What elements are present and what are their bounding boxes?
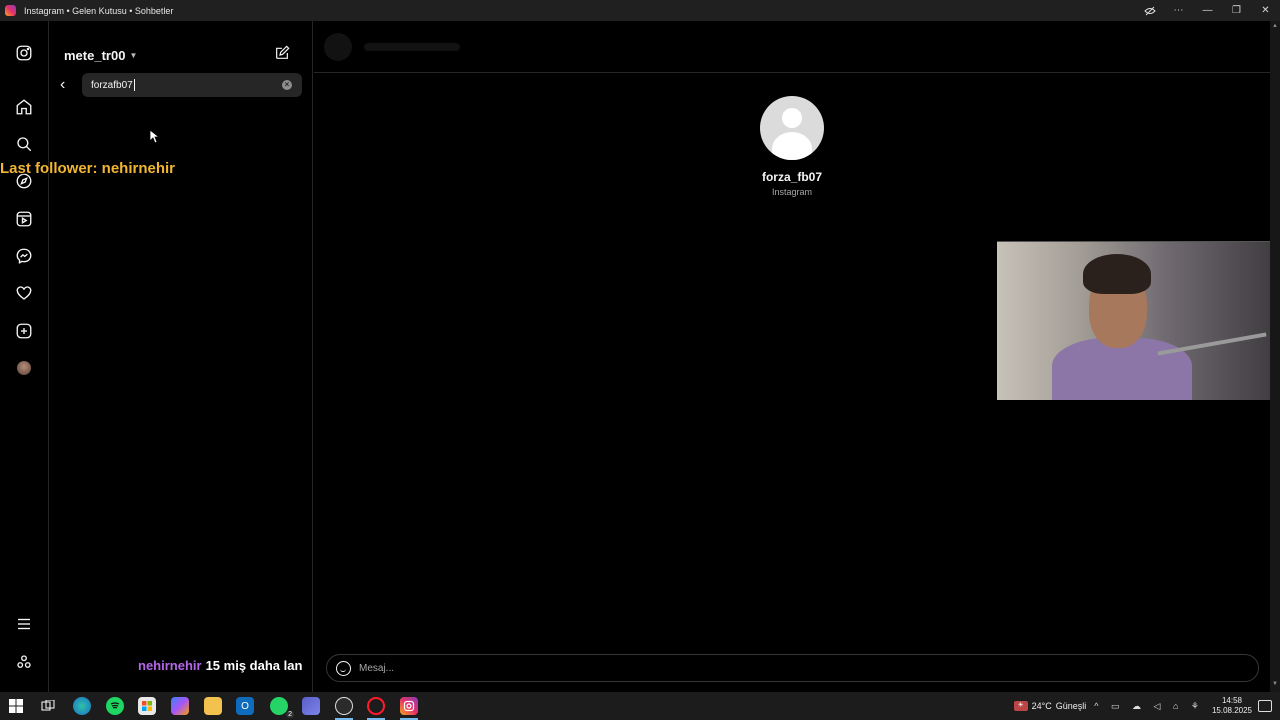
loading-avatar-placeholder bbox=[324, 33, 352, 61]
new-message-button[interactable] bbox=[274, 45, 292, 63]
profile-avatar[interactable] bbox=[13, 357, 35, 379]
text-caret bbox=[133, 79, 135, 91]
notification-icon[interactable] bbox=[1258, 700, 1272, 712]
chat-profile-card: forza_fb07 Instagram bbox=[740, 96, 844, 197]
profile-avatar-large[interactable] bbox=[760, 96, 824, 160]
threads-icon[interactable] bbox=[13, 651, 35, 673]
search-query: forzafb07 bbox=[91, 79, 133, 91]
task-view-icon[interactable] bbox=[39, 697, 57, 715]
edge-icon[interactable] bbox=[73, 697, 91, 715]
file-explorer-icon[interactable] bbox=[204, 697, 222, 715]
scroll-up-icon[interactable]: ▲ bbox=[1272, 23, 1278, 29]
weather-temp: 24°C bbox=[1031, 701, 1052, 711]
account-switcher[interactable]: mete_tr00 ▼ bbox=[64, 48, 137, 63]
search-icon[interactable] bbox=[13, 133, 35, 155]
loading-name-placeholder bbox=[364, 43, 460, 51]
chat-overlay-message: 15 miş daha lan bbox=[205, 658, 303, 673]
nav-rail bbox=[0, 21, 49, 692]
minimize-button[interactable]: — bbox=[1193, 0, 1222, 21]
opera-icon[interactable] bbox=[367, 697, 385, 715]
webcam-overlay bbox=[997, 241, 1280, 400]
profile-subtitle: Instagram bbox=[771, 187, 813, 197]
reels-icon[interactable] bbox=[13, 208, 35, 230]
system-tray: ☀ 24°C Güneşli ^ ▭ ☁ ◁ ⌂ ⚘ 14:58 15.08.2… bbox=[1013, 692, 1280, 720]
back-arrow-icon[interactable]: ‹ bbox=[60, 76, 74, 94]
tray-icons[interactable]: ^ ▭ ☁ ◁ ⌂ ⚘ bbox=[1094, 701, 1204, 712]
weather-widget[interactable]: ☀ 24°C Güneşli bbox=[1013, 701, 1087, 711]
instagram-logo-icon[interactable] bbox=[13, 42, 35, 64]
scrollbar[interactable]: ▲ ▼ bbox=[1270, 21, 1280, 692]
messenger-icon[interactable] bbox=[13, 245, 35, 267]
whatsapp-icon[interactable]: 2 bbox=[270, 697, 294, 718]
clear-search-icon[interactable]: × bbox=[282, 80, 292, 90]
username-label: mete_tr00 bbox=[64, 48, 126, 63]
inbox-panel: mete_tr00 ▼ ‹ forzafb07 × bbox=[50, 21, 313, 692]
compose-icon bbox=[276, 45, 290, 59]
window-controls: ⋯ — ❐ ✕ bbox=[1135, 0, 1280, 21]
outlook-icon[interactable]: O bbox=[236, 697, 254, 715]
last-follower-overlay: Last follower: nehirnehir bbox=[0, 160, 176, 177]
home-icon[interactable] bbox=[13, 96, 35, 118]
more-icon[interactable]: ⋯ bbox=[1164, 0, 1193, 21]
teams-icon[interactable] bbox=[302, 697, 320, 715]
profile-name: forza_fb07 bbox=[761, 170, 823, 184]
search-input[interactable]: forzafb07 × bbox=[82, 73, 302, 97]
taskbar: O 2 ☀ 24°C Güneşli ^ ▭ ☁ ◁ ⌂ ⚘ 14:58 15.… bbox=[0, 692, 1280, 720]
clock-date: 15.08.2025 bbox=[1211, 706, 1252, 715]
copilot-icon[interactable] bbox=[171, 697, 189, 715]
weather-icon: ☀ bbox=[1013, 701, 1028, 711]
heart-icon[interactable] bbox=[13, 282, 35, 304]
instagram-app-icon bbox=[5, 5, 16, 16]
emoji-icon[interactable] bbox=[336, 660, 351, 676]
close-button[interactable]: ✕ bbox=[1251, 0, 1280, 21]
windows-start-icon[interactable] bbox=[7, 697, 25, 715]
restore-button[interactable]: ❐ bbox=[1222, 0, 1251, 21]
chat-header bbox=[314, 21, 1270, 73]
store-icon[interactable] bbox=[138, 697, 156, 715]
window-title: Instagram • Gelen Kutusu • Sohbetler bbox=[24, 5, 174, 16]
stream-chat-overlay: nehirnehir 15 miş daha lan bbox=[138, 658, 302, 673]
title-bar: Instagram • Gelen Kutusu • Sohbetler ⋯ —… bbox=[0, 0, 1280, 21]
chevron-down-icon: ▼ bbox=[129, 51, 138, 60]
create-icon[interactable] bbox=[13, 320, 35, 342]
message-composer[interactable]: Mesaj... bbox=[326, 654, 1259, 682]
weather-desc: Güneşli bbox=[1055, 701, 1087, 711]
message-placeholder: Mesaj... bbox=[359, 662, 395, 674]
instagram-icon[interactable] bbox=[400, 697, 418, 715]
chatgpt-icon[interactable] bbox=[335, 697, 353, 715]
avatar bbox=[17, 361, 31, 375]
hide-icon[interactable] bbox=[1135, 0, 1164, 21]
chat-overlay-user: nehirnehir bbox=[138, 658, 202, 673]
spotify-icon[interactable] bbox=[106, 697, 124, 715]
menu-icon[interactable] bbox=[13, 613, 35, 635]
clock[interactable]: 14:58 15.08.2025 bbox=[1212, 696, 1252, 716]
scroll-down-icon[interactable]: ▼ bbox=[1272, 681, 1278, 687]
whatsapp-badge: 2 bbox=[286, 711, 294, 718]
clock-time: 14:58 bbox=[1221, 696, 1242, 705]
